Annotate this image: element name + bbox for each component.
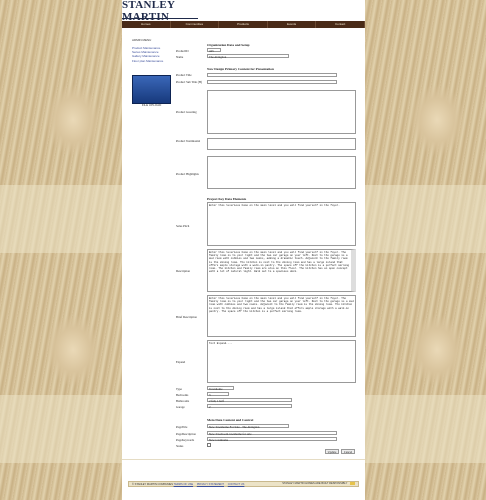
label-product-title: Product Title [176, 73, 192, 77]
product-testimonial-textarea[interactable] [207, 138, 356, 150]
footer-link-terms[interactable]: TERMS OF USE [174, 483, 193, 486]
file-upload-thumbnail[interactable] [132, 75, 171, 104]
page-title-input[interactable]: New Townhome For Sale - The Abingdon [207, 424, 289, 429]
label-page-keywords: PageKeywords [176, 438, 195, 442]
description-textarea[interactable]: Enter this luxurious home on the main le… [207, 249, 356, 292]
copyright-text: © STANLEY MARTIN COMPANIES [132, 482, 173, 486]
label-bedrooms: Bedrooms [176, 393, 189, 397]
page-description-input[interactable]: New 3 bedroom townhome for sale [207, 431, 337, 436]
label-page-title: PageTitle [176, 425, 188, 429]
label-description: Description [176, 269, 190, 273]
expand-textarea[interactable]: Text Expand.... [207, 340, 356, 383]
label-status: Status [176, 444, 184, 448]
status-checkbox[interactable] [207, 443, 211, 447]
section-org: Organization Data and Setup [207, 43, 250, 47]
logo-underline [122, 18, 198, 19]
nav-item-communities[interactable]: Communities [171, 21, 220, 28]
section-new-design: New Design Primary Content for Presentat… [207, 67, 274, 71]
admin-menu-title: ADMIN MENU [132, 38, 152, 42]
label-bathrooms: Bathrooms [176, 399, 190, 403]
file-upload-caption[interactable]: FILE UPLOAD [132, 103, 171, 107]
nav-item-events[interactable]: Events [268, 21, 317, 28]
admin-menu: Product Maintenance Series Maintenance G… [132, 46, 163, 63]
nav-item-products[interactable]: Products [219, 21, 268, 28]
label-type: Type [176, 387, 182, 391]
product-title-input[interactable] [207, 73, 337, 77]
footer: © STANLEY MARTIN COMPANIES TERMS OF USE … [128, 481, 359, 487]
label-product-sub-title: Product Sub Title (H) [176, 80, 202, 84]
logo[interactable]: STANLEY MARTIN [122, 0, 198, 23]
bedrooms-input[interactable]: 3 [207, 392, 229, 397]
label-expand: Expand [176, 360, 186, 364]
admin-link-gallery[interactable]: Gallery Maintenance [132, 54, 163, 58]
footer-right-text: STANLEY MARTIN HOMES ARE BUILT RESPONSIB… [282, 482, 348, 486]
product-greeting-textarea[interactable] [207, 90, 356, 134]
label-product-highlights: Product Highlights [176, 172, 199, 176]
product-highlights-textarea[interactable] [207, 156, 356, 189]
label-product-testimonial: Product Testimonial [176, 139, 201, 143]
nav-item-homes[interactable]: Homes [122, 21, 171, 28]
label-product-id: ProductID [176, 49, 189, 53]
type-select[interactable]: Townhome [207, 386, 234, 391]
footer-link-contact[interactable]: CONTACT US [228, 483, 245, 486]
label-product-greeting: Product Greeting [176, 110, 197, 114]
section-key-data: Project Key Data Elements [207, 197, 247, 201]
label-name: Name [176, 55, 184, 59]
green-badge-icon [350, 482, 355, 486]
label-page-description: PageDescription [176, 432, 196, 436]
footer-links: TERMS OF USE PRIVACY STATEMENT CONTACT U… [174, 483, 248, 486]
divider [122, 459, 365, 460]
cancel-button[interactable]: Cancel [341, 449, 355, 454]
garage-input[interactable]: 2 [207, 404, 292, 409]
label-brief-description: Brief Description [176, 315, 197, 319]
update-button[interactable]: Update [325, 449, 339, 454]
footer-link-privacy[interactable]: PRIVACY STATEMENT [197, 483, 224, 486]
label-sales-pitch: Sales Pitch [176, 224, 190, 228]
admin-link-floorplan[interactable]: Floor plan Maintenance [132, 59, 163, 63]
name-select[interactable]: The Abingdon [207, 54, 289, 59]
product-id-select[interactable]: 443 [207, 48, 221, 53]
nav-item-contact[interactable]: Contact [316, 21, 365, 28]
section-meta: Meta Data Content and Control [207, 418, 254, 422]
bathrooms-input[interactable]: 2 full, 1 half [207, 398, 292, 403]
product-sub-title-input[interactable] [207, 80, 337, 84]
sales-pitch-textarea[interactable]: Enter this luxurious home on the main le… [207, 202, 356, 246]
label-garage: Garage [176, 405, 185, 409]
brief-description-textarea[interactable]: Enter this luxurious home on the main le… [207, 295, 356, 337]
page-keywords-input[interactable]: New townhome [207, 437, 337, 442]
admin-page: STANLEY MARTIN Homes Communities Product… [122, 0, 365, 500]
main-nav: Homes Communities Products Events Contac… [122, 21, 365, 28]
